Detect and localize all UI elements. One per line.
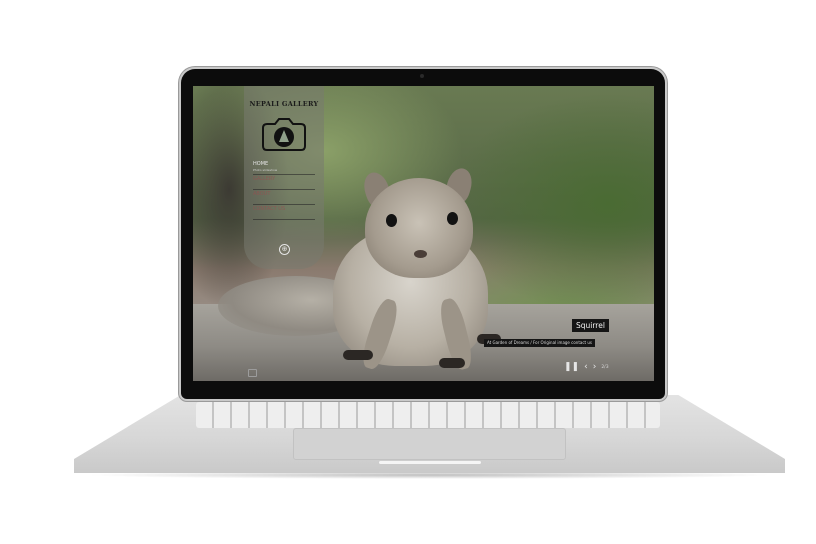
squirrel-foot-right [439,358,465,368]
brand-title: NEPALI GALLERY [249,100,319,108]
nav-item-about-label: ABOUT [253,191,271,197]
squirrel-foot-left [343,350,373,360]
squirrel-eye-left [386,214,397,227]
nav-item-home-sub: Photo slideshow [253,168,278,172]
laptop-trackpad [293,428,566,460]
slide-description: At Garden of Dreams / For Original image… [484,339,596,347]
squirrel-eye-right [447,212,458,225]
laptop-lid: NEPALI GALLERY HOME Photo slideshow GALL… [181,69,665,399]
squirrel-head [365,178,473,278]
slide-counter: 2/3 [601,364,609,370]
chevron-right-icon[interactable]: › [593,362,597,372]
nav-item-about[interactable]: ABOUT [253,190,315,205]
nav-item-contact-label: CONTACT US [253,206,286,212]
slide-title: Squirrel [572,319,609,332]
chevron-left-icon[interactable]: ‹ [584,362,588,372]
nav-item-contact[interactable]: CONTACT US [253,205,315,220]
nav-item-gallery-label: GALLERY [253,176,276,182]
nav-item-home[interactable]: HOME Photo slideshow [253,160,315,175]
nav-item-gallery[interactable]: GALLERY [253,175,315,190]
nav-item-home-label: HOME [253,161,269,167]
sidebar-menu: NEPALI GALLERY HOME Photo slideshow GALL… [244,86,324,269]
laptop-front-notch [379,461,481,464]
webcam [420,74,424,78]
website-screen: NEPALI GALLERY HOME Photo slideshow GALL… [193,86,654,381]
plus-circle-icon[interactable]: ⊕ [279,244,290,255]
main-nav: HOME Photo slideshow GALLERY ABOUT CONTA… [253,160,315,220]
camera-icon[interactable] [259,112,309,156]
fullscreen-icon[interactable] [248,369,257,377]
pause-icon[interactable]: ❚❚ [564,362,579,372]
laptop-keyboard [196,402,660,428]
slideshow-controls: ❚❚ ‹ › 2/3 [564,362,609,372]
squirrel-nose [414,250,427,258]
